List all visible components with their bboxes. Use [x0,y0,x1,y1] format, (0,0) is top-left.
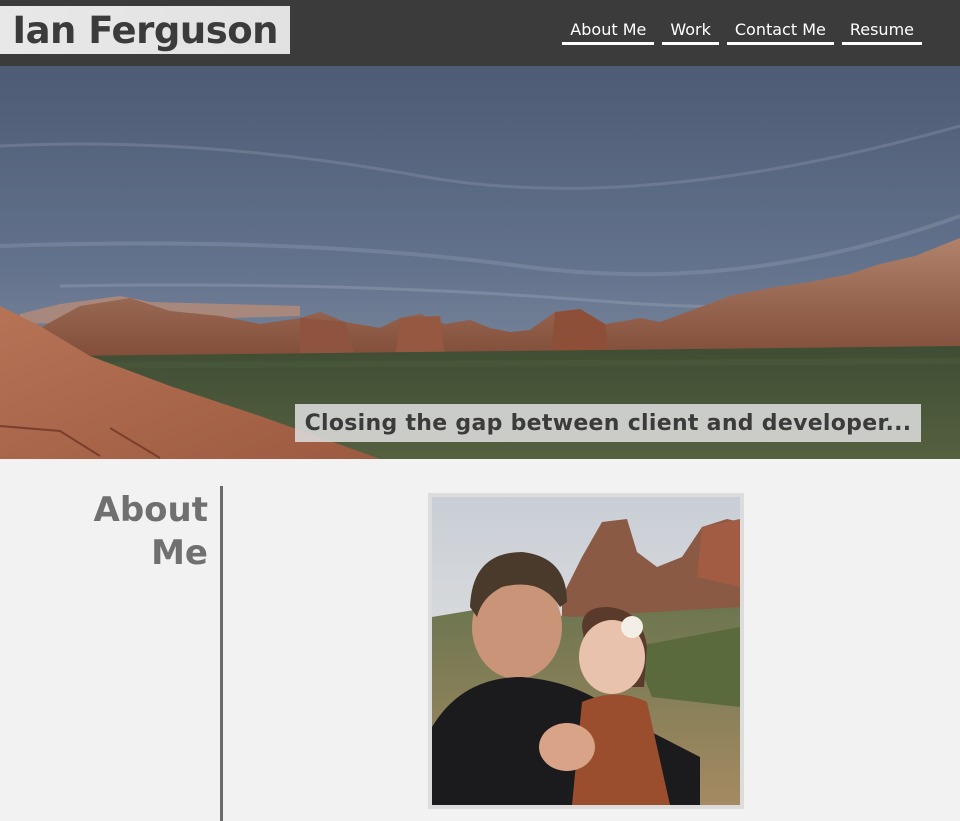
section-divider [220,486,223,821]
nav-resume-link[interactable]: Resume [841,19,922,45]
hero-banner [0,66,960,459]
nav-about-me-link[interactable]: About Me [562,19,655,45]
about-heading-line1: About [93,490,208,530]
about-heading-line2: Me [151,533,208,573]
site-header: Ian Ferguson About Me Work Contact Me Re… [0,0,960,66]
about-heading: About Me [60,489,208,575]
main-nav: About Me Work Contact Me Resume [562,19,922,45]
hero-tagline: Closing the gap between client and devel… [304,410,912,436]
hero-landscape-image [0,66,960,459]
nav-contact-me-link[interactable]: Contact Me [726,19,834,45]
brand-logo[interactable]: Ian Ferguson [0,6,290,54]
brand-name[interactable]: Ian Ferguson [12,9,278,52]
profile-photo [428,493,744,809]
nav-work-link[interactable]: Work [662,19,719,45]
profile-photo-image [432,497,740,805]
about-section: About Me [0,459,960,821]
hero-tagline-box: Closing the gap between client and devel… [295,404,921,442]
